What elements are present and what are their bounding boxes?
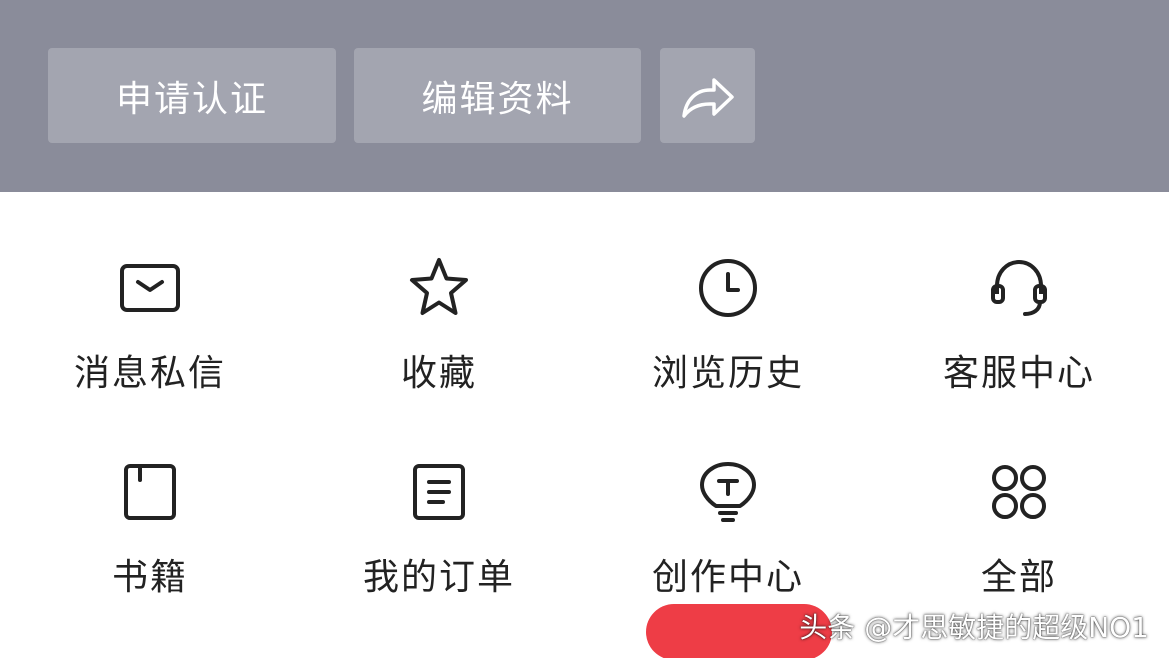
grid-item-label: 书籍 bbox=[111, 557, 188, 598]
apply-verification-button[interactable]: 申请认证 bbox=[48, 48, 336, 143]
mail-icon bbox=[120, 264, 180, 312]
clock-icon bbox=[699, 259, 757, 317]
grid-item-customer-service[interactable]: 客服中心 bbox=[873, 256, 1165, 416]
grid-item-label: 收藏 bbox=[400, 353, 477, 394]
profile-header: 申请认证 编辑资料 bbox=[0, 0, 1169, 192]
grid-item-books[interactable]: 书籍 bbox=[4, 460, 296, 620]
grid-item-label: 消息私信 bbox=[73, 353, 226, 394]
grid-item-label: 客服中心 bbox=[942, 353, 1095, 394]
grid-item-history[interactable]: 浏览历史 bbox=[582, 256, 874, 416]
grid-item-all[interactable]: 全部 bbox=[873, 460, 1165, 620]
grid-item-label: 创作中心 bbox=[651, 557, 804, 598]
headset-icon bbox=[991, 259, 1047, 316]
bulb-icon bbox=[700, 462, 756, 522]
grid-item-label: 我的订单 bbox=[362, 557, 515, 598]
star-icon bbox=[410, 258, 468, 315]
share-button[interactable] bbox=[660, 48, 755, 143]
apply-verification-label: 申请认证 bbox=[115, 78, 268, 120]
grid-icon bbox=[992, 465, 1046, 519]
order-icon bbox=[413, 464, 465, 520]
grid-item-creator-center[interactable]: 创作中心 bbox=[582, 460, 874, 620]
grid-item-label: 浏览历史 bbox=[651, 353, 804, 394]
grid-item-label: 全部 bbox=[980, 557, 1057, 598]
grid-item-messages[interactable]: 消息私信 bbox=[4, 256, 296, 416]
profile-page: 申请认证 编辑资料 消息私信 收藏 浏览历史 客服中心 书籍 我的订单 创作中心… bbox=[0, 0, 1169, 658]
grid-item-orders[interactable]: 我的订单 bbox=[293, 460, 585, 620]
book-icon bbox=[124, 464, 176, 520]
grid-item-favorites[interactable]: 收藏 bbox=[293, 256, 585, 416]
edit-profile-button[interactable]: 编辑资料 bbox=[354, 48, 641, 143]
watermark-text: 头条 @才思敏捷的超级NO1 bbox=[799, 611, 1149, 644]
edit-profile-label: 编辑资料 bbox=[421, 78, 574, 120]
share-icon bbox=[681, 77, 734, 118]
